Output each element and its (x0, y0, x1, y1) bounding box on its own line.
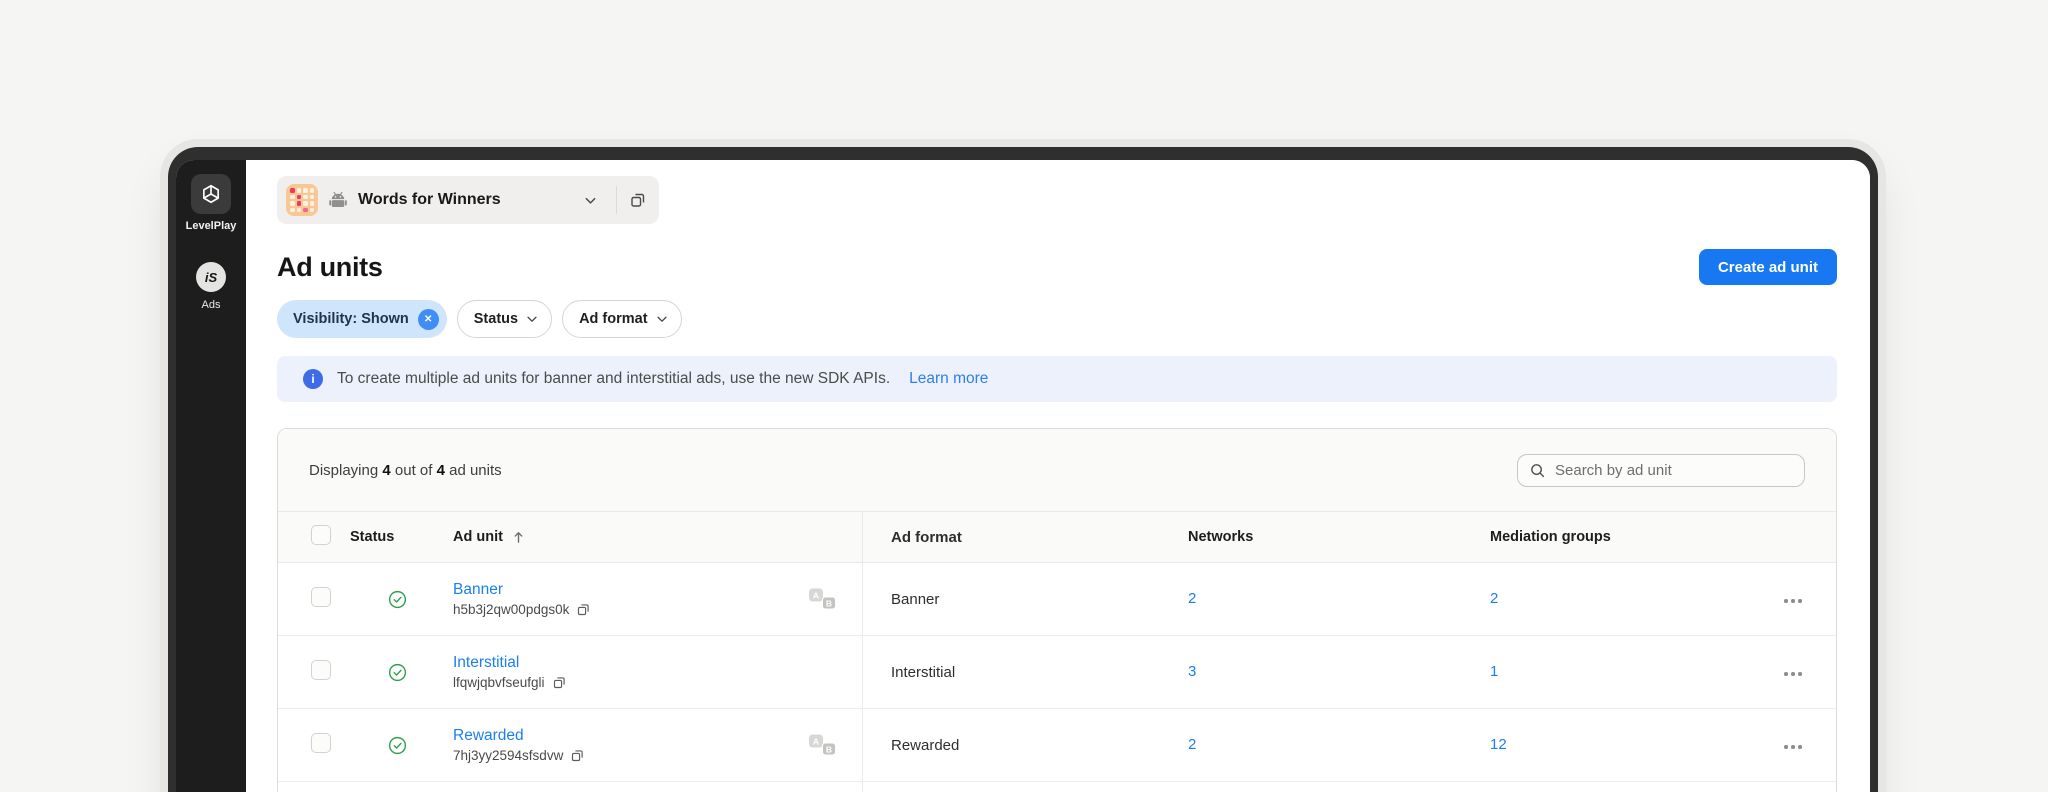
ad-unit-name-link[interactable]: Interstitial (453, 654, 862, 672)
row-checkbox[interactable] (311, 659, 331, 680)
search-input[interactable] (1555, 461, 1793, 479)
ad-unit-id: lfqwjqbvfseufgli (453, 675, 545, 690)
mediation-groups-count-link[interactable]: 1 (1490, 663, 1498, 680)
app-icon (286, 184, 318, 216)
ad-format-value: Rewarded (891, 736, 960, 754)
select-all-checkbox[interactable] (311, 525, 331, 545)
ad-unit-id: 7hj3yy2594sfsdvw (453, 748, 564, 763)
visibility-filter-label: Visibility: Shown (293, 311, 409, 327)
networks-count-link[interactable]: 2 (1188, 736, 1196, 753)
mediation-groups-count-link[interactable]: 2 (1490, 590, 1498, 607)
status-active-icon (388, 736, 453, 755)
sidebar: LevelPlay iS Ads (176, 160, 246, 792)
create-ad-unit-button[interactable]: Create ad unit (1698, 249, 1837, 285)
table-header-row: Status Ad unit Ad format Networks Mediat… (278, 511, 1836, 563)
ad-unit-id: h5b3j2qw00pdgs0k (453, 602, 570, 617)
search-box[interactable] (1517, 453, 1805, 487)
networks-count-link[interactable]: 3 (1188, 663, 1196, 680)
info-banner: i To create multiple ad units for banner… (277, 356, 1837, 402)
unity-logo-icon (200, 183, 222, 205)
row-actions-menu[interactable] (1780, 739, 1806, 755)
copy-app-icon[interactable] (629, 191, 647, 209)
selected-app-name: Words for Winners (358, 191, 501, 208)
mediation-groups-count-link[interactable]: 12 (1490, 736, 1507, 753)
total-count: 4 (436, 461, 445, 479)
shown-count: 4 (382, 461, 391, 479)
table-row: Rewarded 7hj3yy2594sfsdvw A B Rewarded 2… (278, 709, 1836, 782)
copy-id-icon[interactable] (552, 675, 567, 690)
row-actions-menu[interactable] (1780, 666, 1806, 682)
page-title: Ad units (277, 251, 383, 282)
sidebar-item-ads[interactable]: iS (196, 262, 226, 292)
row-actions-menu[interactable] (1780, 593, 1806, 609)
partial-table-row (278, 782, 1836, 792)
app-window: LevelPlay iS Ads Words for Winners Ad un… (168, 147, 1878, 792)
info-banner-text: To create multiple ad units for banner a… (337, 370, 891, 387)
results-summary: Displaying 4 out of 4 ad units (309, 461, 502, 479)
status-active-icon (388, 590, 453, 609)
card-header: Displaying 4 out of 4 ad units (278, 429, 1836, 511)
ad-unit-name-link[interactable]: Rewarded (453, 727, 862, 745)
column-header-ad-unit[interactable]: Ad unit (453, 512, 863, 562)
column-header-mediation-groups[interactable]: Mediation groups (1488, 529, 1776, 545)
info-icon: i (303, 369, 323, 389)
app-selector-dropdown[interactable]: Words for Winners (277, 176, 659, 224)
ad-format-value: Banner (891, 590, 940, 608)
chevron-down-icon (525, 312, 539, 326)
sidebar-item-label: LevelPlay (185, 220, 237, 232)
row-checkbox[interactable] (311, 732, 331, 753)
remove-filter-icon[interactable]: ✕ (417, 308, 439, 330)
column-header-networks[interactable]: Networks (1186, 529, 1488, 545)
table-row: Banner h5b3j2qw00pdgs0k A B Banner 2 2 (278, 563, 1836, 636)
chevron-down-icon (583, 193, 598, 208)
ad-unit-name-link[interactable]: Banner (453, 581, 862, 599)
copy-id-icon[interactable] (576, 602, 591, 617)
sidebar-item-levelplay[interactable] (191, 174, 231, 214)
filter-bar: Visibility: Shown ✕ Status Ad format (277, 300, 1837, 338)
desktop-background: LevelPlay iS Ads Words for Winners Ad un… (0, 0, 2048, 792)
main-content: Words for Winners Ad units Create ad uni… (246, 160, 1870, 792)
chevron-down-icon (655, 312, 669, 326)
ad-format-filter-label: Ad format (579, 311, 648, 327)
row-checkbox[interactable] (311, 586, 331, 607)
visibility-filter-chip[interactable]: Visibility: Shown ✕ (277, 300, 447, 338)
ab-test-icon: A B (809, 734, 836, 756)
column-header-ad-format[interactable]: Ad format (863, 529, 1186, 546)
ad-units-card: Displaying 4 out of 4 ad units Search by… (277, 428, 1837, 792)
status-active-icon (388, 663, 453, 682)
status-filter-label: Status (473, 311, 519, 327)
copy-id-icon[interactable] (570, 748, 585, 763)
ironsource-logo-icon: iS (204, 269, 218, 285)
sort-ascending-icon[interactable] (511, 529, 526, 545)
selector-divider (616, 186, 617, 214)
status-filter-chip[interactable]: Status (456, 300, 553, 338)
table-row: Interstitial lfqwjqbvfseufgli A B Inters… (278, 636, 1836, 709)
networks-count-link[interactable]: 2 (1188, 590, 1196, 607)
learn-more-link[interactable]: Learn more (909, 370, 988, 388)
ab-test-icon: A B (809, 588, 836, 610)
column-header-status[interactable]: Status (350, 529, 453, 545)
android-icon (328, 191, 348, 209)
ad-format-value: Interstitial (891, 663, 956, 681)
table-body: Banner h5b3j2qw00pdgs0k A B Banner 2 2 I… (278, 563, 1836, 782)
ad-format-filter-chip[interactable]: Ad format (562, 300, 682, 338)
sidebar-item-ads-label: Ads (201, 299, 221, 311)
search-icon (1529, 462, 1546, 479)
